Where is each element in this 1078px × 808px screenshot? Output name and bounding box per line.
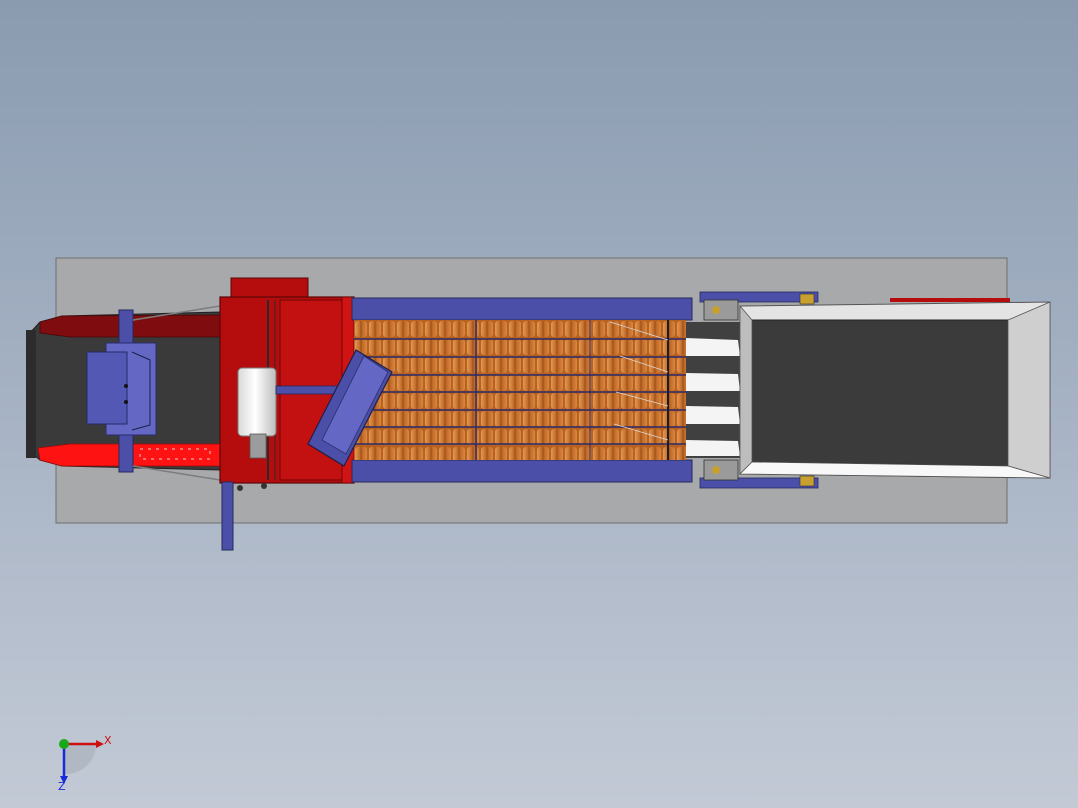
discharge-hopper[interactable] — [739, 298, 1051, 479]
z-axis-label: Z — [58, 780, 66, 793]
coordinate-triad: X Z — [58, 734, 112, 793]
origin-sphere-icon — [59, 739, 69, 749]
x-axis-label: X — [104, 734, 112, 747]
roller-bed[interactable] — [307, 297, 693, 483]
support-leg — [221, 481, 234, 551]
guide-channels[interactable] — [686, 322, 741, 458]
feed-conveyor[interactable] — [26, 305, 221, 481]
top-control-box — [230, 277, 309, 299]
model-view[interactable]: X Z — [0, 0, 1078, 808]
feed-motor-box — [86, 351, 128, 425]
graphics-viewport[interactable]: X Z — [0, 0, 1078, 808]
side-rail-bottom — [351, 459, 693, 483]
side-rail-top — [351, 297, 693, 321]
